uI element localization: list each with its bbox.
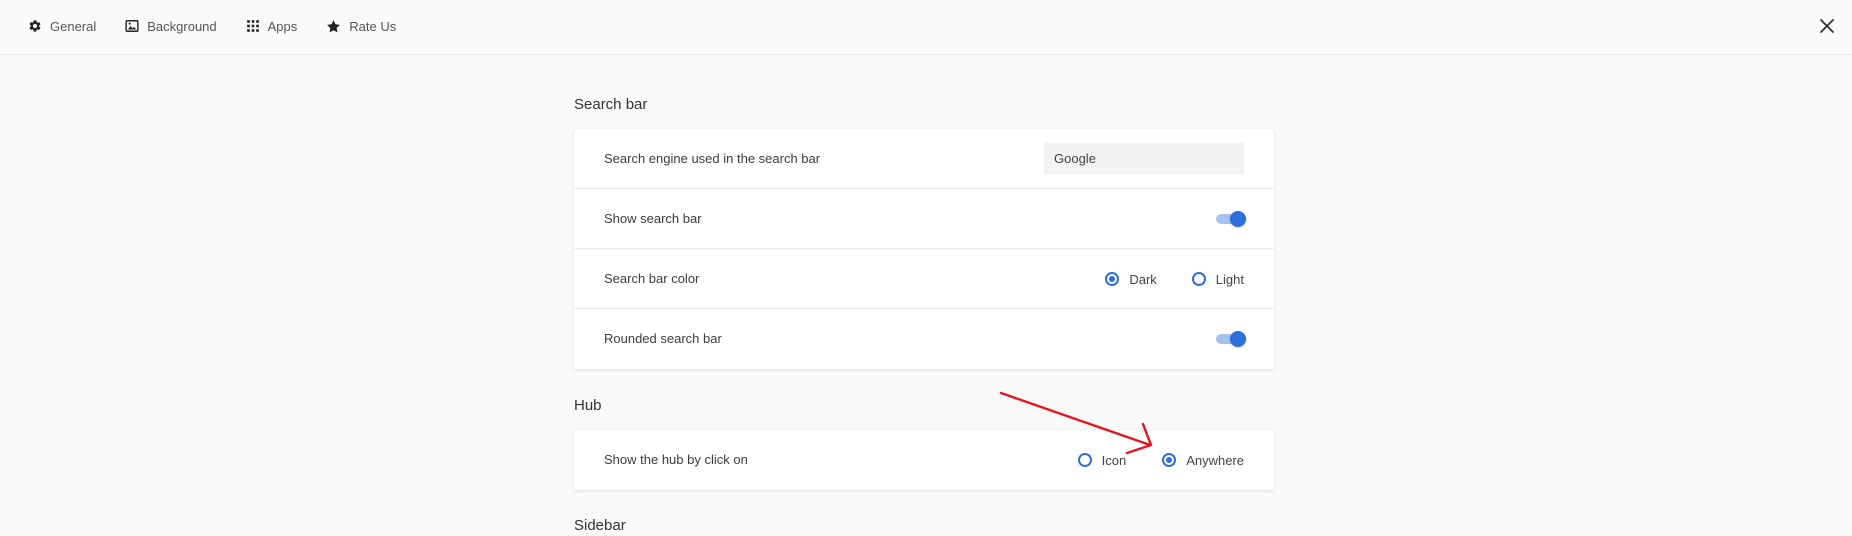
tab-general[interactable]: General <box>28 16 96 36</box>
close-button[interactable] <box>1819 18 1835 34</box>
section-title-search-bar: Search bar <box>574 96 648 113</box>
setting-row-search-engine: Search engine used in the search bar Goo… <box>574 129 1274 189</box>
settings-content: Search bar Search engine used in the sea… <box>574 95 1274 536</box>
radio-anywhere-button[interactable] <box>1162 453 1177 467</box>
radio-anywhere[interactable]: Anywhere <box>1162 453 1244 468</box>
setting-row-hub-click: Show the hub by click on Icon Anywhere <box>574 430 1274 490</box>
search-engine-label: Search engine used in the search bar <box>604 151 821 166</box>
grid-icon <box>246 20 259 32</box>
close-icon <box>1820 19 1834 33</box>
toggle-knob <box>1230 211 1246 227</box>
search-bar-color-label: Search bar color <box>604 271 700 286</box>
gear-icon <box>29 20 41 32</box>
tab-rate-us[interactable]: Rate Us <box>326 16 396 36</box>
section-title-sidebar: Sidebar <box>574 517 626 534</box>
setting-row-show-search-bar: Show search bar <box>574 189 1274 249</box>
settings-tabs: General Background Apps Rate Us <box>28 16 425 36</box>
tab-background[interactable]: Background <box>125 16 217 36</box>
show-search-bar-label: Show search bar <box>604 211 702 226</box>
radio-dark-label: Dark <box>1129 271 1157 287</box>
rounded-search-bar-toggle[interactable] <box>1216 331 1246 347</box>
radio-light-button[interactable] <box>1191 272 1206 286</box>
star-icon <box>327 19 341 32</box>
tab-background-label: Background <box>147 18 217 34</box>
radio-icon-button[interactable] <box>1077 453 1092 467</box>
search-engine-select[interactable]: Google <box>1044 143 1244 174</box>
search-bar-card: Search engine used in the search bar Goo… <box>574 129 1274 369</box>
top-navigation-bar: General Background Apps Rate Us <box>0 0 1852 55</box>
hub-click-label: Show the hub by click on <box>604 452 748 467</box>
radio-light-label: Light <box>1215 271 1244 287</box>
image-icon <box>125 20 139 32</box>
show-search-bar-toggle[interactable] <box>1216 211 1246 227</box>
rounded-search-bar-label: Rounded search bar <box>604 331 722 346</box>
hub-card: Show the hub by click on Icon Anywhere <box>574 430 1274 490</box>
setting-row-rounded-search-bar: Rounded search bar <box>574 309 1274 369</box>
radio-icon[interactable]: Icon <box>1077 452 1127 468</box>
section-title-hub: Hub <box>574 397 602 414</box>
tab-apps[interactable]: Apps <box>246 16 298 36</box>
hub-click-options: Icon Anywhere <box>1054 430 1244 490</box>
search-bar-color-options: Dark Light <box>1081 249 1244 309</box>
tab-general-label: General <box>50 18 97 34</box>
tab-rate-us-label: Rate Us <box>349 18 397 34</box>
radio-dark[interactable]: Dark <box>1105 271 1157 287</box>
tab-apps-label: Apps <box>267 18 298 34</box>
radio-icon-label: Icon <box>1101 452 1127 468</box>
toggle-knob <box>1230 331 1246 347</box>
setting-row-search-bar-color: Search bar color Dark Light <box>574 249 1274 309</box>
radio-anywhere-label: Anywhere <box>1186 452 1244 468</box>
radio-dark-button[interactable] <box>1105 272 1120 286</box>
radio-light[interactable]: Light <box>1191 271 1244 287</box>
